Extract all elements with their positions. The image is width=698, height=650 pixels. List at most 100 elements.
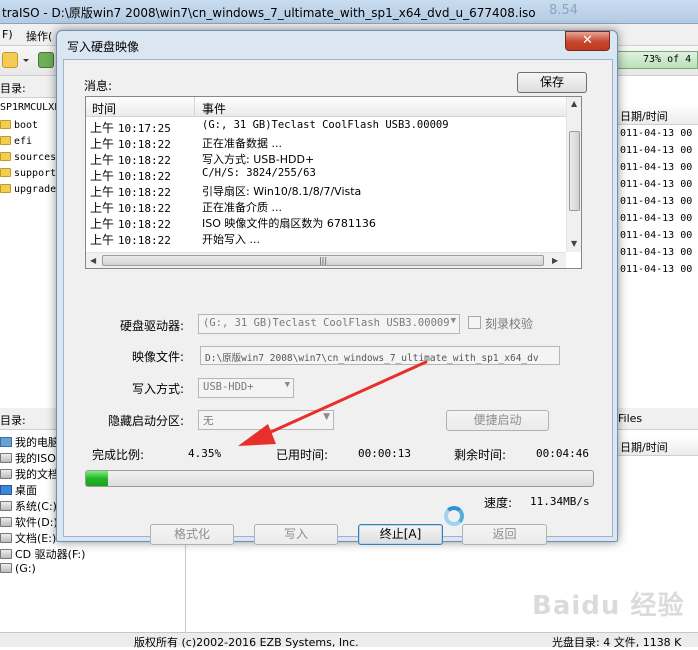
drive-icon bbox=[0, 517, 12, 527]
hidden-partition-label: 隐藏启动分区: bbox=[107, 414, 184, 428]
log-ampm: 上午 bbox=[90, 185, 115, 199]
busy-spinner-icon bbox=[444, 506, 464, 526]
disk-drive-select[interactable]: (G:, 31 GB)Teclast CoolFlash USB3.00009 … bbox=[198, 314, 460, 334]
dropdown-arrow-icon[interactable] bbox=[22, 52, 30, 68]
log-event: 开始写入 ... bbox=[202, 233, 260, 246]
log-row[interactable]: 上午 10:18:22 写入方式: USB-HDD+ bbox=[86, 150, 566, 167]
log-ampm: 上午 bbox=[90, 153, 115, 167]
folder-icon bbox=[0, 120, 11, 129]
tree-item-upgrade[interactable]: upgrade bbox=[0, 184, 56, 200]
back-button[interactable]: 返回 bbox=[462, 524, 547, 545]
folder-icon bbox=[0, 184, 11, 193]
log-clock: 10:18:22 bbox=[117, 234, 171, 247]
tree-item-drive-c[interactable]: 系统(C:) bbox=[0, 498, 57, 514]
folder-icon bbox=[0, 136, 11, 145]
log-row[interactable]: 上午 10:18:22 正在准备介质 ... bbox=[86, 198, 566, 215]
vertical-scroll-thumb[interactable] bbox=[569, 131, 580, 211]
tree-item-drive-g[interactable]: (G:) bbox=[0, 562, 36, 578]
verify-checkbox[interactable] bbox=[468, 316, 481, 329]
write-button[interactable]: 写入 bbox=[254, 524, 338, 545]
log-event: 引导扇区: Win10/8.1/8/7/Vista bbox=[202, 185, 362, 198]
quick-boot-button[interactable]: 便捷启动 bbox=[446, 410, 549, 431]
image-file-field[interactable]: D:\原版win7 2008\win7\cn_windows_7_ultimat… bbox=[200, 346, 560, 365]
format-button[interactable]: 格式化 bbox=[150, 524, 234, 545]
tree-label: 我的电脑 bbox=[15, 436, 59, 449]
tree-item-drive-f[interactable]: CD 驱动器(F:) bbox=[0, 546, 85, 562]
tree-item-support[interactable]: support bbox=[0, 168, 56, 184]
status-iso-summary: 光盘目录: 4 文件, 1138 K bbox=[552, 636, 682, 649]
date-cell: 011-04-13 00 bbox=[620, 213, 693, 224]
folder-icon bbox=[0, 168, 11, 177]
tree-item-desktop[interactable]: 桌面 bbox=[0, 482, 37, 498]
tree-label: 我的文档 bbox=[15, 468, 59, 481]
log-time-header[interactable]: 时间 bbox=[92, 100, 116, 117]
log-row[interactable]: 上午 10:18:22 ISO 映像文件的扇区数为 6781136 bbox=[86, 214, 566, 231]
vertical-scrollbar[interactable]: ▲ ▼ bbox=[566, 97, 581, 252]
close-button[interactable]: ✕ bbox=[565, 31, 610, 51]
drive-icon bbox=[0, 501, 12, 511]
tree-item-drive-d[interactable]: 软件(D:) bbox=[0, 514, 58, 530]
write-method-select[interactable]: USB-HDD+ ▼ bbox=[198, 378, 294, 398]
menu-actions[interactable]: 操作( bbox=[26, 28, 52, 44]
log-row[interactable]: 上午 10:18:22 C/H/S: 3824/255/63 bbox=[86, 166, 566, 183]
menu-file[interactable]: F) bbox=[2, 28, 13, 41]
tree-item-my-documents[interactable]: 我的文档 bbox=[0, 466, 59, 482]
local-date-column-header[interactable]: 日期/时间 bbox=[612, 436, 698, 456]
tree-item-my-iso[interactable]: 我的ISO bbox=[0, 450, 56, 466]
log-header: 时间 事件 bbox=[86, 97, 566, 117]
log-event: (G:, 31 GB)Teclast CoolFlash USB3.00009 bbox=[202, 119, 449, 131]
messages-label: 消息: bbox=[84, 79, 113, 93]
remaining-label: 剩余时间: bbox=[454, 448, 507, 462]
log-event: C/H/S: 3824/255/63 bbox=[202, 167, 316, 179]
scroll-right-icon[interactable]: ▶ bbox=[552, 256, 558, 265]
scroll-left-icon[interactable]: ◀ bbox=[90, 256, 96, 265]
log-row[interactable]: 上午 10:17:25 (G:, 31 GB)Teclast CoolFlash … bbox=[86, 118, 566, 135]
log-row[interactable]: 上午 10:18:22 开始写入 ... bbox=[86, 230, 566, 247]
stop-button[interactable]: 终止[A] bbox=[358, 524, 443, 545]
write-disk-image-dialog: 写入硬盘映像 ✕ 消息: 保存 时间 事件 上午 10:17:25 (G:, 31… bbox=[56, 30, 618, 545]
log-event: 正在准备数据 ... bbox=[202, 137, 282, 150]
horizontal-scrollbar[interactable]: ◀ ||| ▶ bbox=[86, 252, 566, 268]
disk-drive-label: 硬盘驱动器: bbox=[119, 319, 184, 333]
log-ampm: 上午 bbox=[90, 121, 115, 135]
date-cell: 011-04-13 00 bbox=[620, 196, 693, 207]
scroll-up-icon[interactable]: ▲ bbox=[571, 99, 577, 108]
tree-item-sources[interactable]: sources bbox=[0, 152, 56, 168]
scroll-down-icon[interactable]: ▼ bbox=[571, 239, 577, 248]
log-row[interactable]: 上午 10:18:22 引导扇区: Win10/8.1/8/7/Vista bbox=[86, 182, 566, 199]
image-file-label: 映像文件: bbox=[131, 350, 184, 364]
log-row[interactable]: 上午 10:18:22 正在准备数据 ... bbox=[86, 134, 566, 151]
status-bar: 版权所有 (c)2002-2016 EZB Systems, Inc. 光盘目录… bbox=[0, 632, 698, 649]
date-column-header[interactable]: 日期/时间 bbox=[612, 105, 698, 125]
open-folder-icon[interactable] bbox=[2, 52, 18, 68]
folder-icon bbox=[0, 453, 12, 463]
progress-bar bbox=[85, 470, 594, 487]
completed-label: 完成比例: bbox=[92, 448, 145, 462]
dialog-title: 写入硬盘映像 bbox=[67, 40, 140, 54]
hidden-partition-select[interactable]: 无 ▼ bbox=[198, 410, 334, 430]
date-cell: 011-04-13 00 bbox=[620, 179, 693, 190]
tree-item-drive-e[interactable]: 文档(E:) bbox=[0, 530, 56, 546]
save-disk-icon[interactable] bbox=[38, 52, 54, 68]
horizontal-scroll-thumb[interactable]: ||| bbox=[102, 255, 544, 266]
date-cell: 011-04-13 00 bbox=[620, 145, 693, 156]
hidden-partition-value: 无 bbox=[203, 415, 214, 427]
tree-item-efi[interactable]: efi bbox=[0, 136, 32, 152]
capacity-text: 73% of 4 bbox=[643, 54, 692, 65]
baidu-watermark: Baidu 经验 bbox=[532, 591, 685, 621]
tree-label: 系统(C:) bbox=[15, 500, 57, 513]
disk-drive-value: (G:, 31 GB)Teclast CoolFlash USB3.00009 bbox=[203, 317, 450, 329]
folder-label: sources bbox=[14, 152, 57, 163]
message-log: 时间 事件 上午 10:17:25 (G:, 31 GB)Teclast Cool… bbox=[85, 96, 582, 269]
column-divider bbox=[194, 97, 195, 117]
date-cell: 011-04-13 00 bbox=[620, 230, 693, 241]
status-copyright: 版权所有 (c)2002-2016 EZB Systems, Inc. bbox=[134, 636, 359, 649]
iso-root-node[interactable]: SP1RMCULXF bbox=[0, 102, 60, 118]
log-event-header[interactable]: 事件 bbox=[202, 100, 226, 117]
blurred-speed-text: 8.54 bbox=[549, 3, 578, 18]
tree-item-my-computer[interactable]: 我的电脑 bbox=[0, 434, 59, 450]
log-ampm: 上午 bbox=[90, 137, 115, 151]
tree-item-boot[interactable]: boot bbox=[0, 120, 38, 136]
save-log-button[interactable]: 保存 bbox=[517, 72, 587, 93]
date-cell: 011-04-13 00 bbox=[620, 264, 693, 275]
